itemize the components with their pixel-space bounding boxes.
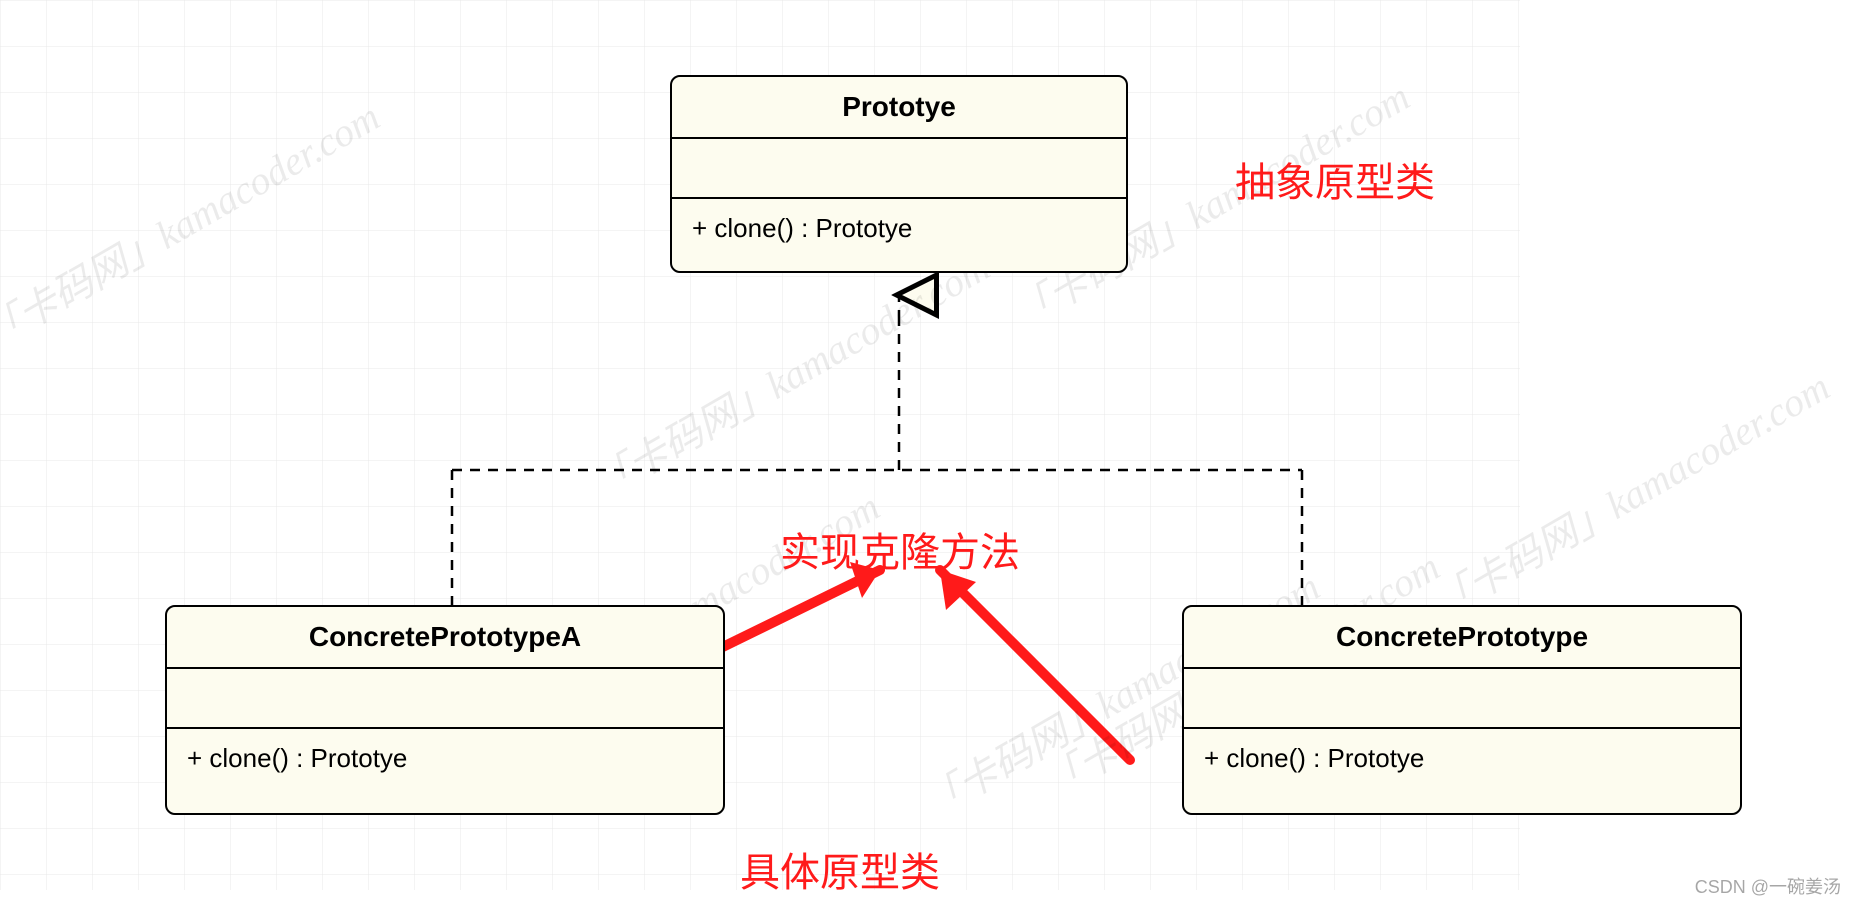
annotation-concrete-class: 具体原型类 [740,840,940,898]
class-prototype-title: Prototye [672,77,1126,139]
class-concrete-a-attributes [167,669,723,729]
annotation-implements-clone: 实现克隆方法 [780,520,1020,578]
class-concrete-a: ConcretePrototypeA + clone() : Prototye [165,605,725,815]
class-concrete-a-title: ConcretePrototypeA [167,607,723,669]
class-concrete-b-operation: + clone() : Prototye [1184,729,1740,788]
annotation-abstract-class: 抽象原型类 [1235,150,1435,208]
class-concrete-b-attributes [1184,669,1740,729]
class-prototype-operation: + clone() : Prototye [672,199,1126,258]
class-prototype-attributes [672,139,1126,199]
class-concrete-b-title: ConcretePrototype [1184,607,1740,669]
diagram-canvas: { "classes": { "prototype": { "name": "P… [0,0,1859,909]
class-prototype: Prototye + clone() : Prototye [670,75,1128,273]
class-concrete-a-operation: + clone() : Prototye [167,729,723,788]
class-concrete-b: ConcretePrototype + clone() : Prototye [1182,605,1742,815]
credit-text: CSDN @一碗姜汤 [1695,873,1841,899]
